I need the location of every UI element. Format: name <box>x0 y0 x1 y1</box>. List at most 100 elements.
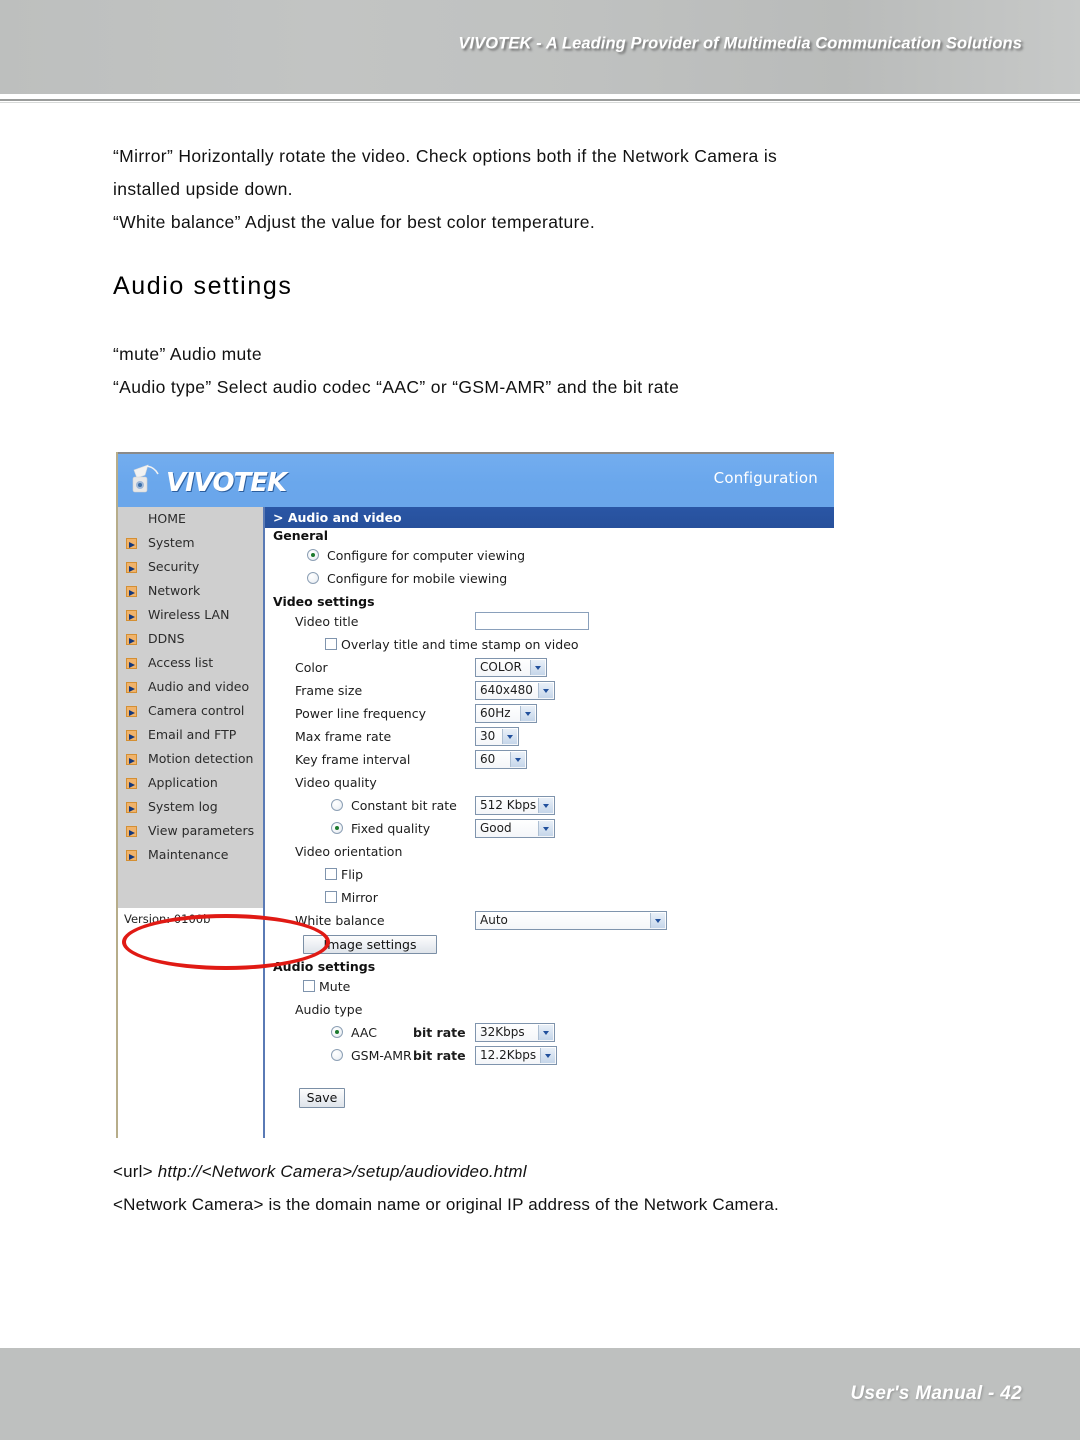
sidebar-item-label: Application <box>148 775 218 790</box>
audio-settings-heading: Audio settings <box>273 959 376 974</box>
chevron-down-icon[interactable] <box>510 752 525 767</box>
chevron-down-icon[interactable] <box>538 1025 553 1040</box>
row-white-balance: White balance Auto <box>265 910 834 933</box>
image-settings-button[interactable]: Image settings <box>303 935 437 954</box>
chevron-down-icon[interactable] <box>538 798 553 813</box>
row-mirror[interactable]: Mirror <box>265 887 834 910</box>
header-divider-line-dark <box>0 99 1080 101</box>
header-divider-line-light <box>0 102 1080 103</box>
radio-configure-mobile[interactable] <box>307 572 319 584</box>
sidebar-item-view-parameters[interactable]: View parameters <box>118 819 263 843</box>
video-title-input[interactable] <box>475 612 589 630</box>
row-fixed-quality[interactable]: Fixed quality Good <box>265 818 834 841</box>
mirror-desc-line-2: installed upside down. <box>113 179 293 199</box>
checkbox-mirror[interactable] <box>325 891 337 903</box>
embedded-screenshot: VIVOTEK Configuration > Audio and video … <box>116 452 834 1138</box>
firmware-version: Version: 0100b <box>124 912 211 926</box>
sidebar-item-label: System <box>148 535 195 550</box>
row-mute[interactable]: Mute <box>265 976 834 999</box>
chevron-down-icon[interactable] <box>650 913 665 928</box>
row-gsm-amr[interactable]: GSM-AMR bit rate 12.2Kbps <box>265 1045 834 1068</box>
row-video-title: Video title <box>265 611 834 634</box>
sidebar-item-label: Wireless LAN <box>148 607 230 622</box>
checkbox-flip[interactable] <box>325 868 337 880</box>
audio-type-desc: “Audio type” Select audio codec “AAC” or… <box>113 377 680 397</box>
sidebar-nav: HOME System Security Network Wireless LAN DDN… <box>118 507 263 867</box>
row-video-quality-label: Video quality <box>265 772 834 795</box>
select-frame-size[interactable]: 640x480 <box>475 681 555 700</box>
sidebar-item-maintenance[interactable]: Maintenance <box>118 843 263 867</box>
checkbox-mute[interactable] <box>303 980 315 992</box>
sidebar-item-audio-and-video[interactable]: Audio and video <box>118 675 263 699</box>
radio-aac[interactable] <box>331 1026 343 1038</box>
video-settings-heading: Video settings <box>273 594 375 609</box>
select-fixed-quality[interactable]: Good <box>475 819 555 838</box>
label-mute: Mute <box>319 979 351 994</box>
select-constant-bit-rate[interactable]: 512 Kbps <box>475 796 555 815</box>
label-white-balance: White balance <box>295 913 385 928</box>
select-key-frame-interval[interactable]: 60 <box>475 750 527 769</box>
select-white-balance[interactable]: Auto <box>475 911 667 930</box>
label-configure-mobile: Configure for mobile viewing <box>327 571 508 586</box>
select-gsm-bit-rate-value: 12.2Kbps <box>480 1048 537 1062</box>
checkbox-overlay-title[interactable] <box>325 638 337 650</box>
sidebar-item-access-list[interactable]: Access list <box>118 651 263 675</box>
chevron-down-icon[interactable] <box>502 729 517 744</box>
save-button[interactable]: Save <box>299 1088 345 1108</box>
sidebar-item-wireless-lan[interactable]: Wireless LAN <box>118 603 263 627</box>
row-aac[interactable]: AAC bit rate 32Kbps <box>265 1022 834 1045</box>
select-color[interactable]: COLOR <box>475 658 547 677</box>
label-configure-computer: Configure for computer viewing <box>327 548 526 563</box>
sidebar-item-application[interactable]: Application <box>118 771 263 795</box>
chevron-down-icon[interactable] <box>538 683 553 698</box>
arrow-right-icon <box>126 850 137 861</box>
sidebar-item-network[interactable]: Network <box>118 579 263 603</box>
radio-row-computer[interactable]: Configure for computer viewing <box>265 545 834 568</box>
chevron-down-icon[interactable] <box>540 1048 555 1063</box>
sidebar-item-home[interactable]: HOME <box>118 507 263 531</box>
row-video-orientation-label: Video orientation <box>265 841 834 864</box>
select-aac-bit-rate[interactable]: 32Kbps <box>475 1023 555 1042</box>
sidebar-item-label: Access list <box>148 655 214 670</box>
sidebar-item-security[interactable]: Security <box>118 555 263 579</box>
radio-gsm-amr[interactable] <box>331 1049 343 1061</box>
label-video-quality: Video quality <box>295 775 377 790</box>
select-power-line-frequency[interactable]: 60Hz <box>475 704 537 723</box>
radio-configure-computer[interactable] <box>307 549 319 561</box>
select-gsm-bit-rate[interactable]: 12.2Kbps <box>475 1046 557 1065</box>
row-frame-size: Frame size 640x480 <box>265 680 834 703</box>
chevron-down-icon[interactable] <box>530 660 545 675</box>
row-overlay[interactable]: Overlay title and time stamp on video <box>265 634 834 657</box>
row-flip[interactable]: Flip <box>265 864 834 887</box>
sidebar-item-system-log[interactable]: System log <box>118 795 263 819</box>
sidebar-item-ddns[interactable]: DDNS <box>118 627 263 651</box>
audio-settings-descriptions: “mute” Audio mute “Audio type” Select au… <box>113 338 1013 404</box>
chevron-down-icon[interactable] <box>538 821 553 836</box>
row-constant-bit-rate[interactable]: Constant bit rate 512 Kbps <box>265 795 834 818</box>
select-max-frame-rate[interactable]: 30 <box>475 727 519 746</box>
label-color: Color <box>295 660 328 675</box>
sidebar-item-label: View parameters <box>148 823 255 838</box>
chevron-down-icon[interactable] <box>520 706 535 721</box>
logo-wordmark: VIVOTEK <box>166 468 287 498</box>
sidebar-item-email-and-ftp[interactable]: Email and FTP <box>118 723 263 747</box>
radio-row-mobile[interactable]: Configure for mobile viewing <box>265 568 834 591</box>
select-aac-bit-rate-value: 32Kbps <box>480 1025 525 1039</box>
sidebar-item-system[interactable]: System <box>118 531 263 555</box>
mute-desc: “mute” Audio mute <box>113 344 262 364</box>
sidebar-item-label: DDNS <box>148 631 185 646</box>
radio-fixed-quality[interactable] <box>331 822 343 834</box>
configuration-label[interactable]: Configuration <box>714 469 818 487</box>
label-power-line-frequency: Power line frequency <box>295 706 426 721</box>
arrow-right-icon <box>126 538 137 549</box>
sidebar-item-motion-detection[interactable]: Motion detection <box>118 747 263 771</box>
select-key-frame-interval-value: 60 <box>480 752 496 766</box>
vivotek-logo[interactable]: VIVOTEK <box>126 462 306 502</box>
sidebar-item-camera-control[interactable]: Camera control <box>118 699 263 723</box>
select-constant-bit-rate-value: 512 Kbps <box>480 798 537 812</box>
manual-page: VIVOTEK - A Leading Provider of Multimed… <box>0 0 1080 1440</box>
sidebar-item-label: Motion detection <box>148 751 254 766</box>
radio-constant-bit-rate[interactable] <box>331 799 343 811</box>
label-gsm-bit-rate: bit rate <box>413 1048 466 1063</box>
sidebar-item-label: Email and FTP <box>148 727 237 742</box>
